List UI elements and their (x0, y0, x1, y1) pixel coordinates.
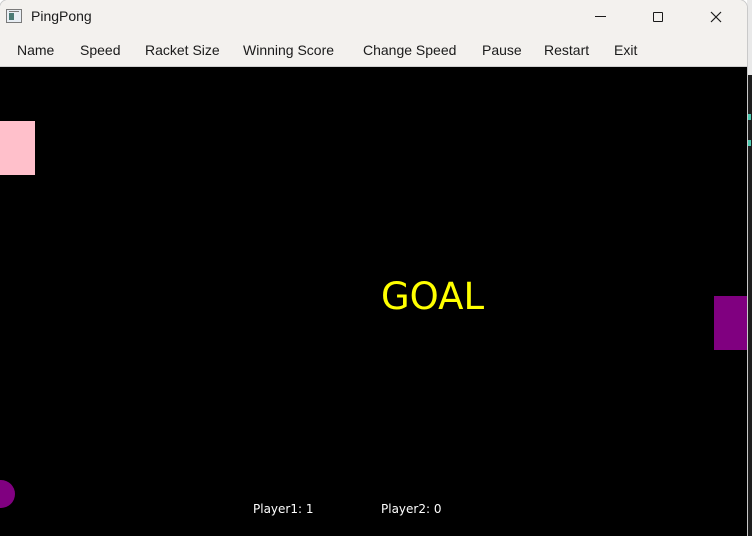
menu-change-speed[interactable]: Change Speed (363, 42, 456, 58)
title-bar[interactable]: PingPong (0, 0, 747, 33)
close-icon (710, 11, 722, 22)
background-window-edge (747, 0, 752, 536)
maximize-icon (653, 11, 663, 22)
player1-racket (0, 121, 35, 175)
ball (0, 480, 15, 508)
app-window: PingPong Name Speed Racket Size Winning … (0, 0, 747, 536)
minimize-icon (594, 16, 606, 17)
menu-speed[interactable]: Speed (80, 42, 120, 58)
minimize-button[interactable] (571, 0, 629, 33)
menu-exit[interactable]: Exit (614, 42, 637, 58)
player2-racket (714, 296, 747, 350)
menu-restart[interactable]: Restart (544, 42, 589, 58)
close-button[interactable] (687, 0, 745, 33)
maximize-button[interactable] (629, 0, 687, 33)
goal-message: GOAL (381, 275, 485, 318)
menu-bar: Name Speed Racket Size Winning Score Cha… (0, 33, 747, 67)
menu-pause[interactable]: Pause (482, 42, 522, 58)
window-title: PingPong (31, 8, 92, 24)
player2-score: Player2: 0 (381, 502, 442, 516)
game-canvas[interactable]: GOAL Player1: 1 Player2: 0 (0, 67, 747, 536)
player1-score: Player1: 1 (253, 502, 314, 516)
app-window-icon (6, 9, 22, 23)
menu-winning-score[interactable]: Winning Score (243, 42, 334, 58)
menu-racket-size[interactable]: Racket Size (145, 42, 220, 58)
menu-name[interactable]: Name (17, 42, 54, 58)
